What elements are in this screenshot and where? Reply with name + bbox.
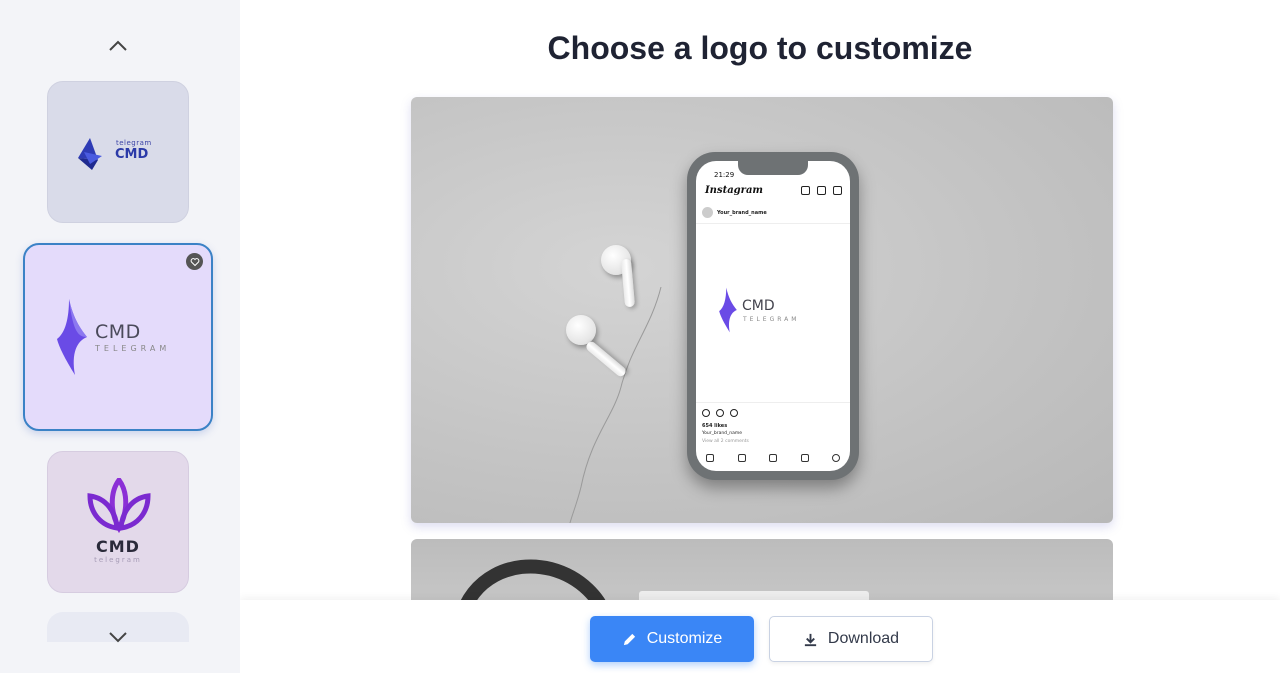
logo-sub-text: TELEGRAM [95, 344, 171, 353]
home-icon [706, 454, 714, 462]
title-prefix: Choose a [547, 30, 692, 66]
search-icon [737, 454, 746, 462]
swoosh-logo-icon [719, 287, 737, 333]
phone-notch [738, 161, 808, 175]
logo-mockup-preview: 21:29 Instagram Your_brand_name CMD TELE… [411, 97, 1113, 523]
avatar [702, 207, 713, 218]
instagram-nav-bar [706, 454, 840, 462]
messenger-icon [833, 186, 842, 195]
add-icon [801, 186, 810, 195]
reels-icon [769, 454, 777, 462]
instagram-header-icons [801, 186, 842, 195]
post-comments: View all 2 comments [702, 439, 749, 444]
logo-sidebar: telegram CMD CMD TELEGRAM CMD telegram [0, 0, 240, 673]
post-actions [702, 409, 738, 417]
logo-main-text: CMD [115, 147, 149, 162]
logo-main-text: CMD [95, 321, 141, 343]
lotus-logo-icon [87, 478, 151, 534]
share-icon [730, 409, 738, 417]
post-caption: Your_brand_name [702, 431, 743, 436]
phone-mockup: 21:29 Instagram Your_brand_name CMD TELE… [687, 152, 859, 480]
comment-icon [716, 409, 724, 417]
app-root: telegram CMD CMD TELEGRAM CMD telegram C… [0, 0, 1280, 673]
main-panel: Choose a logo to customize 21:29 Instagr… [240, 0, 1280, 673]
status-time: 21:29 [714, 171, 735, 179]
logo-main-text: CMD [96, 537, 140, 556]
shop-icon [800, 454, 809, 462]
download-label: Download [827, 630, 900, 647]
logo-thumbnail-1[interactable]: telegram CMD [47, 81, 189, 223]
profile-icon [832, 454, 840, 462]
customize-button[interactable]: Customize [590, 616, 754, 662]
post-brand-name: Your_brand_name [717, 209, 767, 216]
chevron-down-icon[interactable] [104, 626, 132, 648]
chevron-up-icon[interactable] [104, 35, 132, 57]
post-header: Your_brand_name [702, 207, 767, 218]
customize-label: Customize [646, 630, 723, 647]
logo-thumbnail-2-selected[interactable]: CMD TELEGRAM [23, 243, 213, 431]
logo-thumbnail-3[interactable]: CMD telegram [47, 451, 189, 593]
post-logo-sub: TELEGRAM [743, 316, 800, 323]
post-logo-text: CMD [742, 298, 775, 314]
page-title: Choose a logo to customize [240, 30, 1280, 67]
heart-icon[interactable] [186, 253, 203, 270]
download-button[interactable]: Download [769, 616, 933, 662]
title-suffix: to customize [776, 30, 973, 66]
download-icon [804, 633, 817, 646]
instagram-wordmark: Instagram [705, 185, 763, 196]
swoosh-logo-icon [57, 299, 87, 375]
pencil-icon [623, 633, 635, 645]
heart-outline-icon [817, 186, 826, 195]
logo-sub-text: telegram [94, 556, 142, 564]
post-image: CMD TELEGRAM [696, 223, 850, 403]
post-likes: 654 likes [702, 423, 728, 429]
phone-screen: 21:29 Instagram Your_brand_name CMD TELE… [696, 161, 850, 471]
action-footer: Customize Download [240, 600, 1280, 673]
like-icon [702, 409, 710, 417]
title-bold: logo [700, 30, 768, 66]
logo-top-text: telegram [116, 139, 152, 147]
